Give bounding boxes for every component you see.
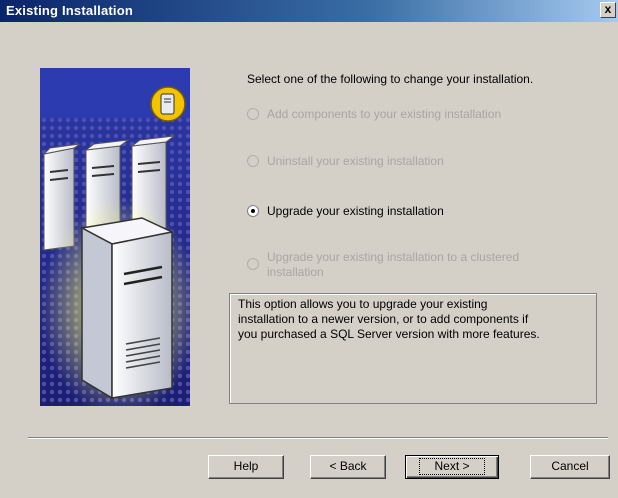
option-uninstall[interactable]: Uninstall your existing installation xyxy=(247,154,444,169)
option-add-components[interactable]: Add components to your existing installa… xyxy=(247,107,501,122)
radio-upgrade-clustered[interactable] xyxy=(247,258,259,270)
description-line-2: installation to a newer version, or to a… xyxy=(238,312,529,326)
server-towers-icon xyxy=(40,68,190,406)
description-line-3: you purchased a SQL Server version with … xyxy=(238,327,540,341)
option-upgrade-clustered[interactable]: Upgrade your existing installation to a … xyxy=(247,250,519,280)
option-upgrade-clustered-label: Upgrade your existing installation to a … xyxy=(267,250,519,280)
description-line-1: This option allows you to upgrade your e… xyxy=(238,297,488,311)
setup-illustration xyxy=(40,68,190,406)
option-upgrade-clustered-line1: Upgrade your existing installation to a … xyxy=(267,250,520,264)
option-uninstall-label: Uninstall your existing installation xyxy=(267,154,444,168)
back-button[interactable]: < Back xyxy=(310,455,386,479)
window-title: Existing Installation xyxy=(6,3,133,18)
next-button[interactable]: Next > xyxy=(405,455,499,479)
close-button[interactable]: x xyxy=(600,2,616,18)
server-document-icon xyxy=(150,86,186,122)
existing-installation-dialog: Existing Installation x Select one of th… xyxy=(0,0,618,498)
radio-uninstall[interactable] xyxy=(247,155,259,167)
radio-upgrade[interactable] xyxy=(247,205,259,217)
option-upgrade[interactable]: Upgrade your existing installation xyxy=(247,204,444,219)
help-button[interactable]: Help xyxy=(208,455,284,479)
title-bar[interactable]: Existing Installation x xyxy=(0,0,618,22)
option-upgrade-clustered-line2: installation xyxy=(267,265,324,279)
radio-add-components[interactable] xyxy=(247,108,259,120)
option-description-box: This option allows you to upgrade your e… xyxy=(229,293,597,404)
next-button-label: Next > xyxy=(419,458,485,475)
option-upgrade-label: Upgrade your existing installation xyxy=(267,204,444,218)
cancel-button[interactable]: Cancel xyxy=(530,455,610,479)
option-add-components-label: Add components to your existing installa… xyxy=(267,107,502,121)
button-separator xyxy=(28,437,608,439)
instruction-text: Select one of the following to change yo… xyxy=(247,72,534,86)
